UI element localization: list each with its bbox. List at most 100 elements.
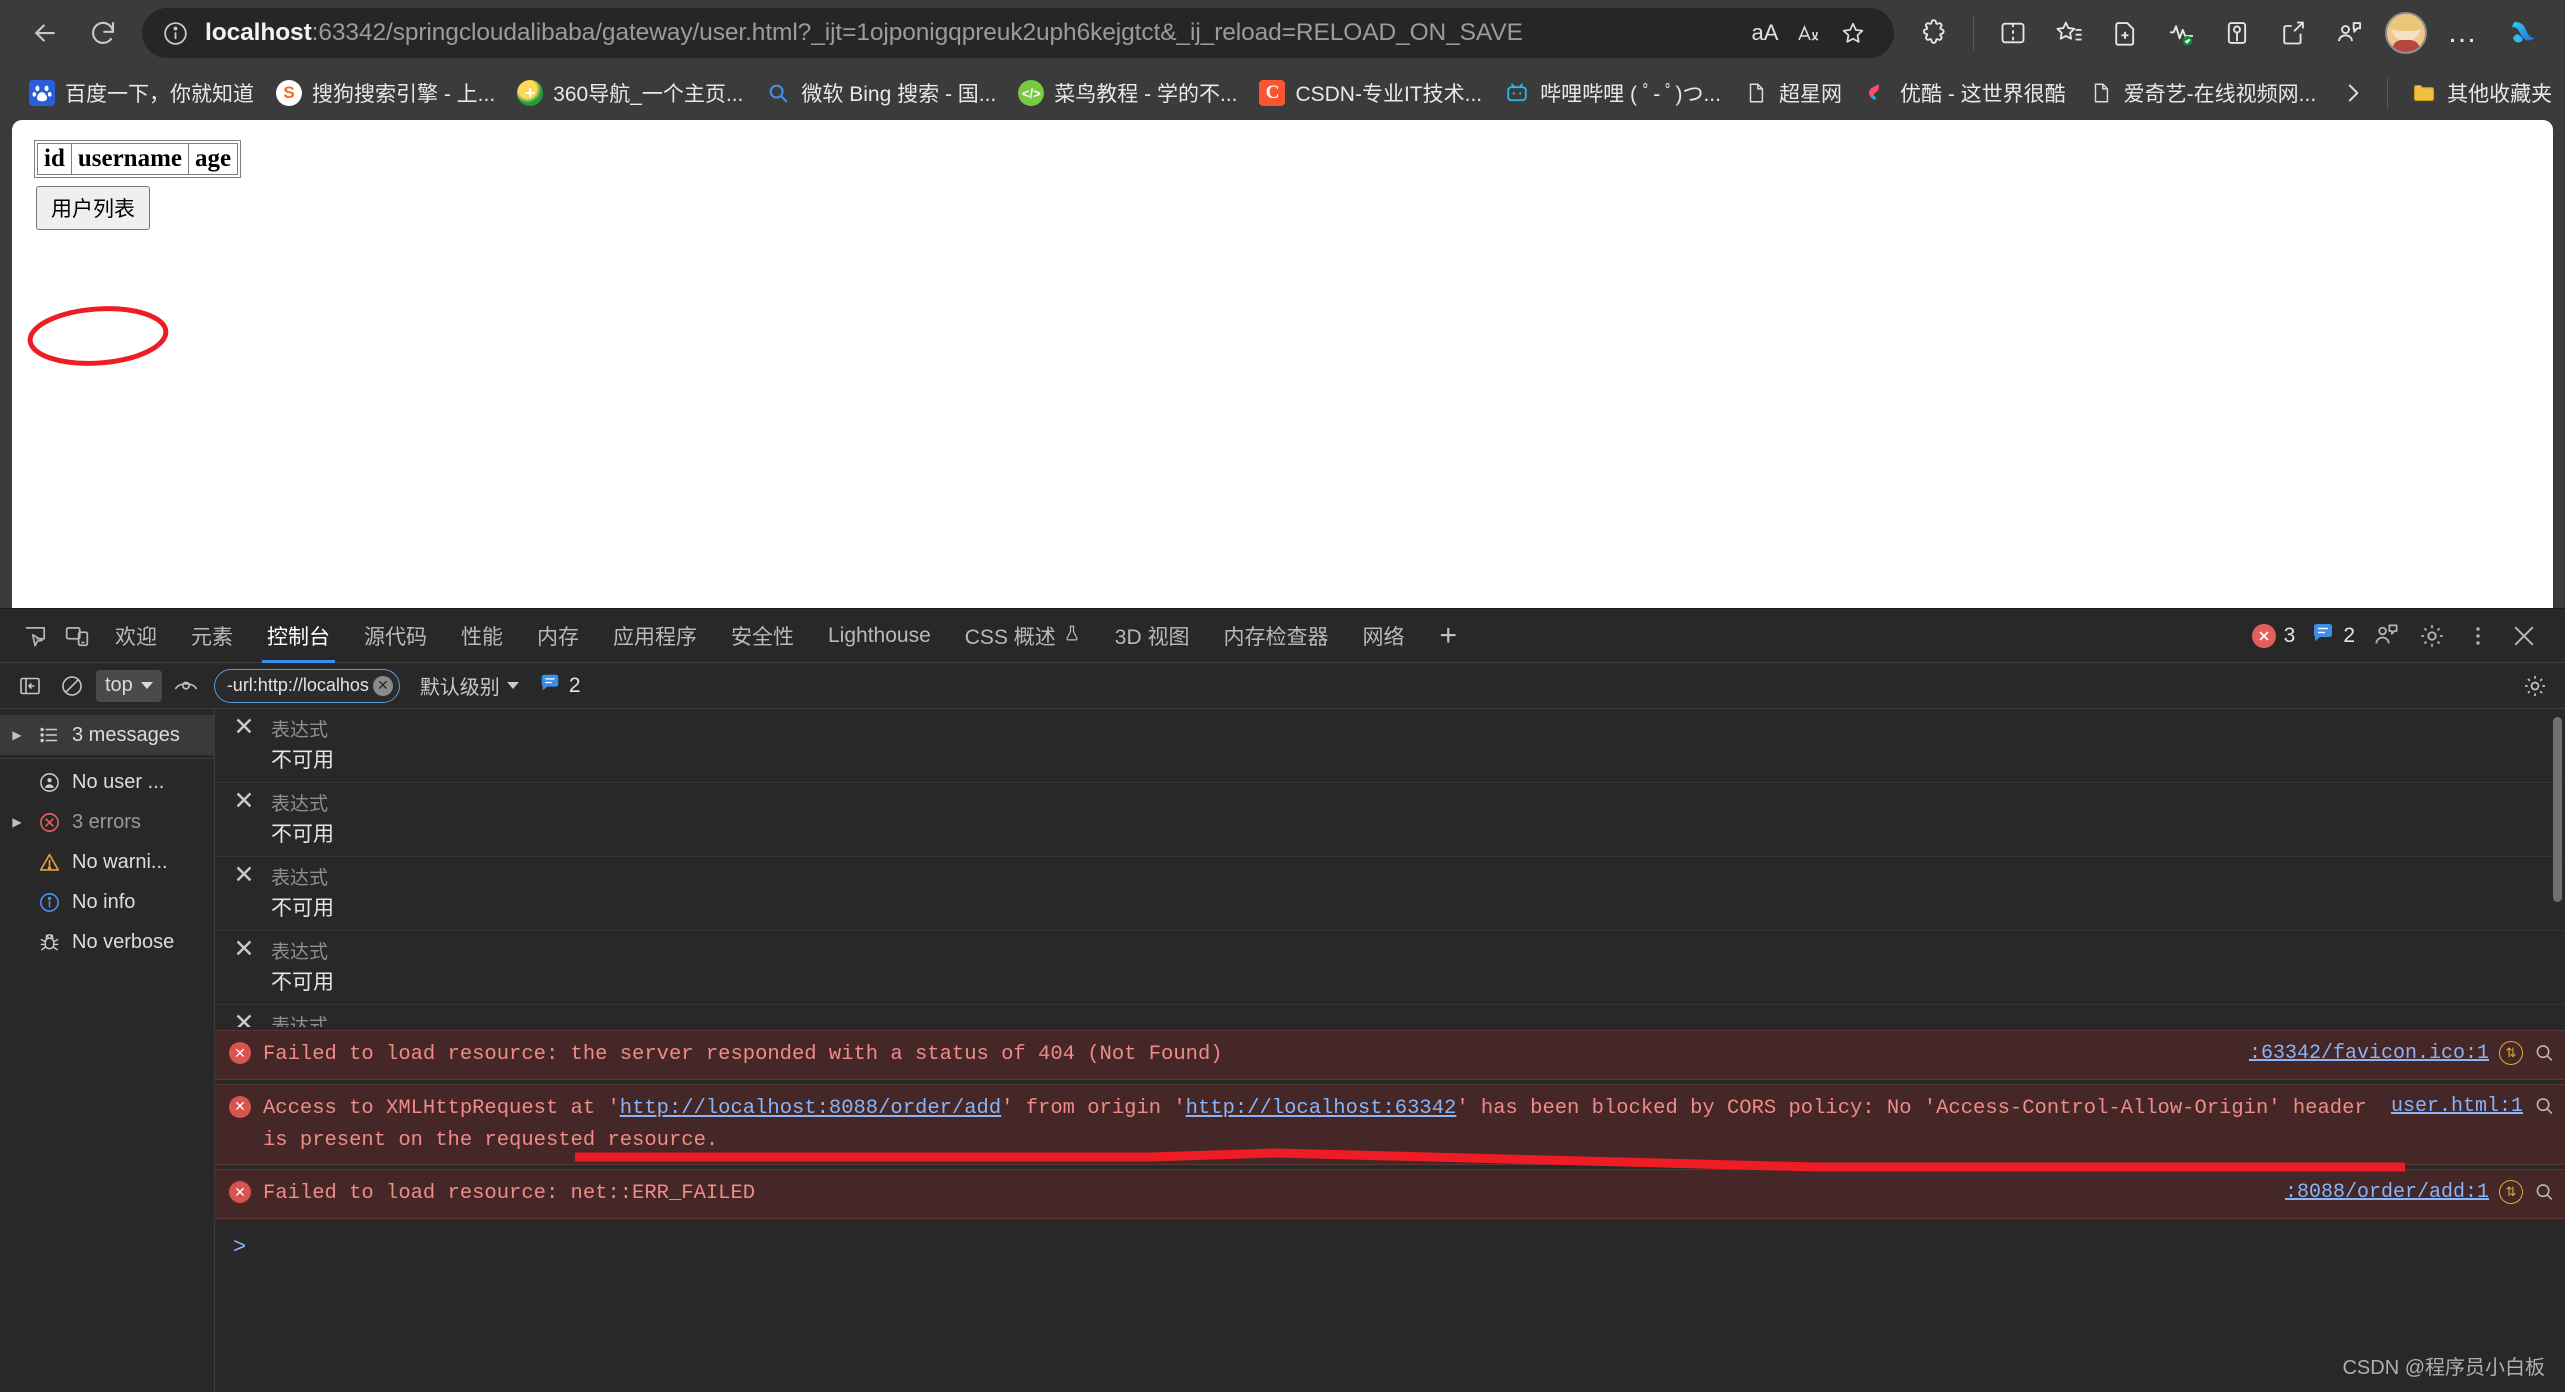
add-tab-icon[interactable] [2099, 7, 2151, 59]
watch-row[interactable]: ✕ 表达式 不可用 [215, 783, 2565, 857]
bookmark-bilibili[interactable]: 哔哩哔哩 ( ﾟ- ﾟ)つ... [1493, 72, 1732, 114]
close-devtools-icon[interactable] [2503, 615, 2545, 657]
collections-icon[interactable] [2043, 7, 2095, 59]
log-source-link[interactable]: user.html:1 [2391, 1095, 2523, 1118]
log-source-link[interactable]: :63342/favicon.ico:1 [2249, 1042, 2489, 1065]
inspect-element-icon[interactable] [14, 615, 56, 657]
extensions-icon[interactable] [1908, 7, 1960, 59]
sidebar-item-verbose[interactable]: No verbose [0, 922, 214, 962]
remove-watch-icon[interactable]: ✕ [231, 937, 257, 996]
console-log-row[interactable]: ✕ Access to XMLHttpRequest at 'http://lo… [215, 1083, 2565, 1166]
sidebar-item-messages[interactable]: ▶ 3 messages [0, 715, 214, 755]
bookmark-baidu[interactable]: 百度一下，你就知道 [18, 72, 265, 114]
more-vertical-icon[interactable] [2457, 615, 2499, 657]
message-badge[interactable]: 2 [2305, 621, 2361, 650]
error-badge[interactable]: 3 [2246, 623, 2302, 648]
add-favorite-icon[interactable] [1832, 12, 1874, 54]
performance-icon[interactable] [2155, 7, 2207, 59]
bookmarks-overflow-chevron-right-icon[interactable] [2331, 71, 2375, 115]
sidebar-item-warnings[interactable]: No warni... [0, 842, 214, 882]
tab-sources[interactable]: 源代码 [347, 609, 444, 663]
log-link-request-url[interactable]: http://localhost:8088/order/add [620, 1097, 1001, 1120]
network-request-icon[interactable]: ⇅ [2499, 1041, 2523, 1065]
device-toolbar-icon[interactable] [56, 615, 98, 657]
back-button[interactable] [18, 6, 72, 60]
bookmark-csdn[interactable]: C CSDN-专业IT技术... [1248, 72, 1493, 114]
tab-3d-view[interactable]: 3D 视图 [1098, 609, 1207, 663]
clear-console-icon[interactable] [54, 668, 90, 704]
remove-watch-icon[interactable]: ✕ [231, 863, 257, 922]
clear-input-icon[interactable]: ✕ [372, 675, 393, 696]
share-icon[interactable] [2267, 7, 2319, 59]
sidebar-item-user-messages[interactable]: No user ... [0, 762, 214, 802]
expand-arrow-icon[interactable]: ▶ [8, 728, 26, 742]
console-prompt[interactable]: > [215, 1223, 2565, 1260]
watch-row[interactable]: ✕ 表达式 [215, 1005, 2565, 1028]
tab-console[interactable]: 控制台 [250, 609, 347, 663]
site-info-icon[interactable] [162, 20, 189, 47]
add-panel-button[interactable]: + [1421, 620, 1475, 651]
expand-arrow-icon[interactable]: ▶ [8, 815, 26, 829]
tab-memory-inspector[interactable]: 内存检查器 [1206, 609, 1345, 663]
console-sidebar-icon[interactable] [12, 668, 48, 704]
reload-button[interactable] [76, 6, 130, 60]
user-table: id username age [33, 140, 242, 178]
console-filter-input[interactable] [226, 675, 373, 696]
url-text[interactable]: localhost:63342/springcloudalibaba/gatew… [205, 19, 1730, 47]
tab-security[interactable]: 安全性 [714, 609, 811, 663]
remove-watch-icon[interactable]: ✕ [231, 1011, 257, 1028]
remove-watch-icon[interactable]: ✕ [231, 789, 257, 848]
bookmark-sogou[interactable]: S 搜狗搜索引擎 - 上... [265, 72, 506, 114]
console-scrollbar[interactable] [2551, 713, 2563, 1392]
user-list-button[interactable]: 用户列表 [36, 186, 150, 230]
address-bar[interactable]: localhost:63342/springcloudalibaba/gatew… [142, 8, 1894, 58]
360-icon: + [517, 80, 544, 106]
copilot-icon[interactable] [2501, 10, 2547, 56]
watch-row[interactable]: ✕ 表达式 不可用 [215, 709, 2565, 783]
tab-memory[interactable]: 内存 [520, 609, 596, 663]
browser-essentials-icon[interactable] [2211, 7, 2263, 59]
execution-context-select[interactable]: top [96, 669, 162, 702]
sidebar-item-info[interactable]: No info [0, 882, 214, 922]
watch-row[interactable]: ✕ 表达式 不可用 [215, 857, 2565, 931]
tab-css-overview[interactable]: CSS 概述 [948, 609, 1098, 663]
tab-network[interactable]: 网络 [1345, 609, 1421, 663]
log-level-select[interactable]: 默认级别 [412, 671, 527, 700]
tab-elements[interactable]: 元素 [174, 609, 250, 663]
bookmark-chaoxing[interactable]: 超星网 [1732, 72, 1853, 114]
profile-icon[interactable] [2323, 7, 2375, 59]
watch-row[interactable]: ✕ 表达式 不可用 [215, 931, 2565, 1005]
bookmark-bing[interactable]: 微软 Bing 搜索 - 国... [754, 72, 1007, 114]
log-source-link[interactable]: :8088/order/add:1 [2285, 1181, 2489, 1204]
read-aloud-icon[interactable]: aA [1744, 12, 1786, 54]
console-log-row[interactable]: ✕ Failed to load resource: net::ERR_FAIL… [215, 1169, 2565, 1220]
bookmark-label: 微软 Bing 搜索 - 国... [801, 83, 997, 106]
scrollbar-thumb[interactable] [2553, 717, 2562, 902]
log-link-origin-url[interactable]: http://localhost:63342 [1186, 1097, 1457, 1120]
settings-gear-icon[interactable] [2411, 615, 2453, 657]
bookmark-other-folder[interactable]: 其他收藏夹 [2400, 72, 2563, 114]
split-screen-icon[interactable] [1987, 7, 2039, 59]
tab-performance[interactable]: 性能 [444, 609, 520, 663]
console-log-row[interactable]: ✕ Failed to load resource: the server re… [215, 1030, 2565, 1080]
bookmark-youku[interactable]: 优酷 - 这世界很酷 [1853, 72, 2077, 114]
remove-watch-icon[interactable]: ✕ [231, 715, 257, 774]
translate-icon[interactable] [1788, 12, 1830, 54]
feedback-icon[interactable] [2365, 615, 2407, 657]
bookmark-cainiao[interactable]: </> 菜鸟教程 - 学的不... [1007, 72, 1248, 114]
console-settings-icon[interactable] [2517, 668, 2553, 704]
more-options-icon[interactable]: … [2437, 7, 2489, 59]
sidebar-item-errors[interactable]: ▶ 3 errors [0, 802, 214, 842]
bookmark-iqiyi[interactable]: 爱奇艺-在线视频网... [2077, 72, 2328, 114]
live-expression-icon[interactable] [168, 668, 204, 704]
log-text-part: ' from origin ' [1001, 1096, 1186, 1120]
tab-label: 源代码 [364, 625, 427, 649]
console-filter-input-wrapper[interactable]: ✕ [213, 668, 400, 703]
tab-welcome[interactable]: 欢迎 [98, 609, 174, 663]
network-request-icon[interactable]: ⇅ [2499, 1180, 2523, 1205]
tab-application[interactable]: 应用程序 [596, 609, 714, 663]
bookmark-360[interactable]: + 360导航_一个主页... [506, 72, 754, 114]
avatar[interactable] [2385, 12, 2427, 54]
tab-lighthouse[interactable]: Lighthouse [811, 609, 948, 663]
sidebar-item-label: No user ... [72, 770, 165, 793]
